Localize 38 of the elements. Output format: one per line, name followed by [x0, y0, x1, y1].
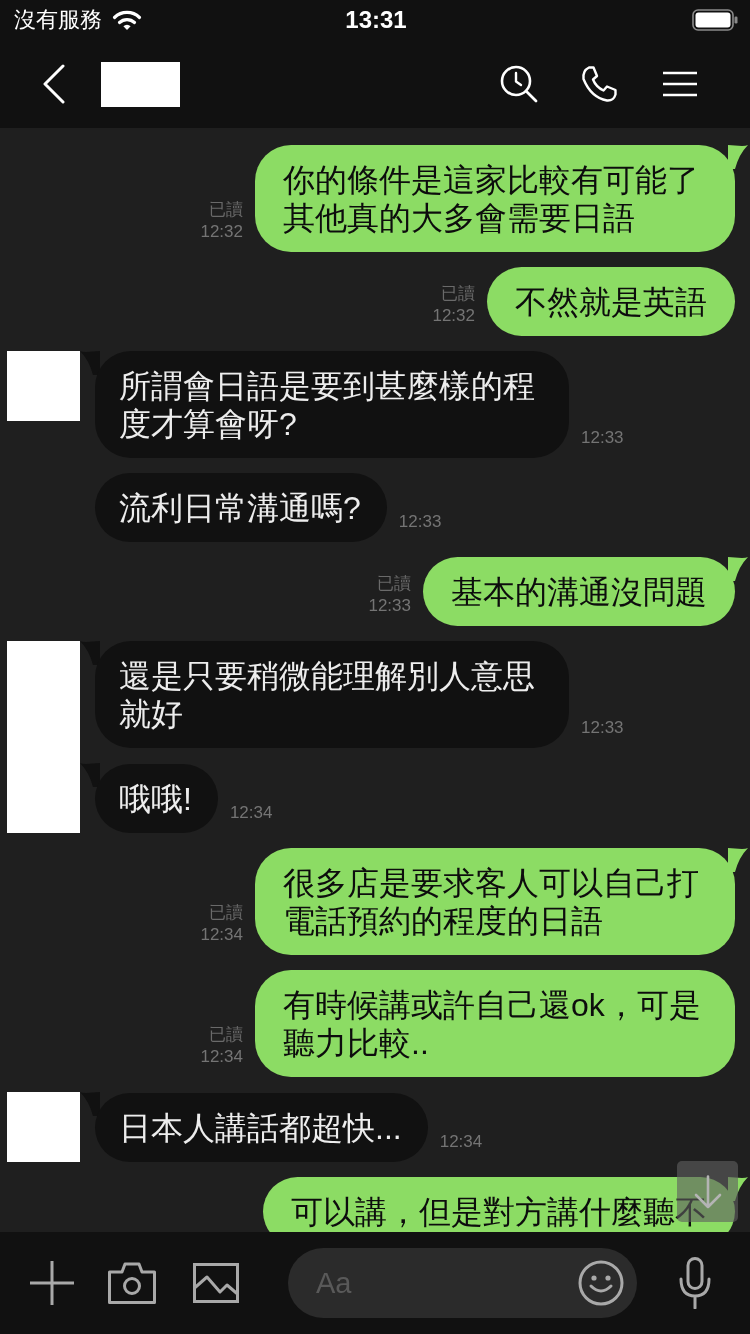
phone-icon[interactable] — [580, 65, 618, 103]
message-bubble: 基本的溝通沒問題 — [423, 557, 735, 626]
read-receipt: 已讀 — [377, 573, 411, 595]
menu-icon[interactable] — [662, 71, 698, 97]
message-time: 12:32 — [200, 221, 243, 243]
battery-icon — [692, 9, 738, 31]
image-icon[interactable] — [193, 1263, 239, 1303]
microphone-icon[interactable] — [679, 1257, 711, 1309]
camera-icon[interactable] — [108, 1262, 156, 1304]
message-bubble: 哦哦! — [95, 764, 218, 833]
message-time: 12:33 — [398, 511, 442, 533]
message-time: 12:34 — [439, 1131, 483, 1153]
message-bubble: 所謂會日語是要到甚麼樣的程度才算會呀? — [95, 351, 569, 458]
message-time: 12:33 — [581, 427, 624, 449]
read-receipt: 已讀 — [209, 902, 243, 924]
search-icon[interactable] — [500, 65, 538, 103]
message-bubble: 流利日常溝通嗎? — [95, 473, 387, 542]
read-receipt: 已讀 — [441, 283, 475, 305]
message-time: 12:34 — [200, 1046, 243, 1068]
message-time: 12:34 — [229, 802, 273, 824]
carrier-label: 沒有服務 — [14, 7, 102, 33]
message-time: 12:34 — [200, 924, 243, 946]
message-bubble: 還是只要稍微能理解別人意思就好 — [95, 641, 569, 748]
message-bubble: 有時候講或許自己還ok，可是聽力比較.. — [255, 970, 735, 1077]
message-bubble: 很多店是要求客人可以自己打電話預約的程度的日語 — [255, 848, 735, 955]
wifi-icon — [112, 9, 142, 31]
read-receipt: 已讀 — [209, 199, 243, 221]
read-receipt: 已讀 — [209, 1024, 243, 1046]
clock-time: 13:31 — [345, 6, 407, 34]
message-bubble: 不然就是英語 — [487, 267, 735, 336]
plus-icon[interactable] — [29, 1260, 75, 1306]
smiley-icon[interactable] — [578, 1260, 624, 1306]
message-time: 12:33 — [368, 595, 411, 617]
message-bubble: 日本人講話都超快... — [95, 1093, 428, 1162]
back-icon[interactable] — [42, 64, 66, 104]
message-time: 12:32 — [432, 305, 475, 327]
message-time: 12:33 — [581, 717, 624, 739]
message-bubble: 你的條件是這家比較有可能了其他真的大多會需要日語 — [255, 145, 735, 252]
